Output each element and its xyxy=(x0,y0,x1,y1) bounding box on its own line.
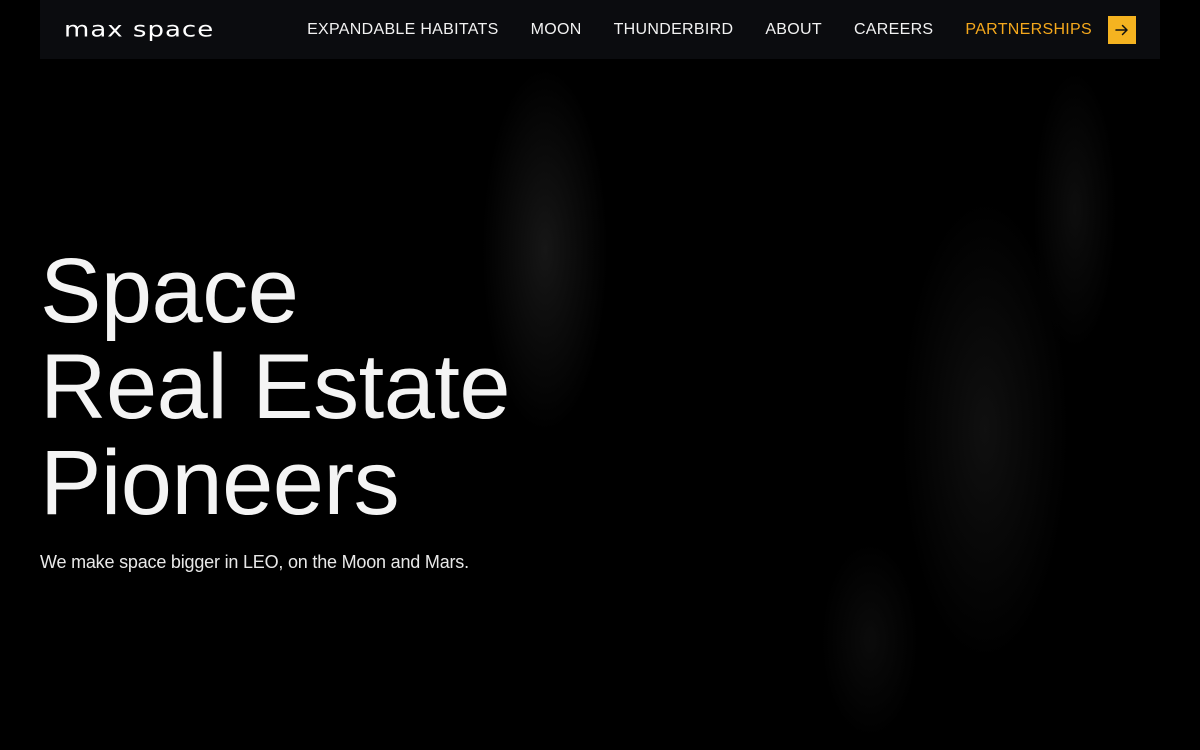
hero-title-line-3: Pioneers xyxy=(40,432,400,534)
hero-subtitle: We make space bigger in LEO, on the Moon… xyxy=(40,552,469,572)
hero-title-line-1: Space xyxy=(40,240,299,342)
main-nav: EXPANDABLE HABITATS MOON THUNDERBIRD ABO… xyxy=(307,15,1136,44)
top-navbar: max space EXPANDABLE HABITATS MOON THUND… xyxy=(40,0,1160,59)
arrow-right-icon xyxy=(1115,24,1128,35)
hero-section: Space Real Estate Pioneers We make space… xyxy=(40,240,511,573)
partnerships-arrow-button[interactable] xyxy=(1108,15,1136,44)
nav-item-careers[interactable]: CAREERS xyxy=(854,21,933,38)
nav-item-expandable-habitats[interactable]: EXPANDABLE HABITATS xyxy=(307,21,499,38)
nav-item-thunderbird[interactable]: THUNDERBIRD xyxy=(614,21,734,38)
nav-item-moon[interactable]: MOON xyxy=(531,21,582,38)
hero-title-line-2: Real Estate xyxy=(40,336,511,438)
logo-text: max space xyxy=(64,17,215,42)
nav-item-partnerships[interactable]: PARTNERSHIPS xyxy=(965,21,1092,38)
brand-logo[interactable]: max space xyxy=(64,16,214,44)
nav-item-about[interactable]: ABOUT xyxy=(765,21,822,38)
hero-title: Space Real Estate Pioneers xyxy=(40,240,511,534)
